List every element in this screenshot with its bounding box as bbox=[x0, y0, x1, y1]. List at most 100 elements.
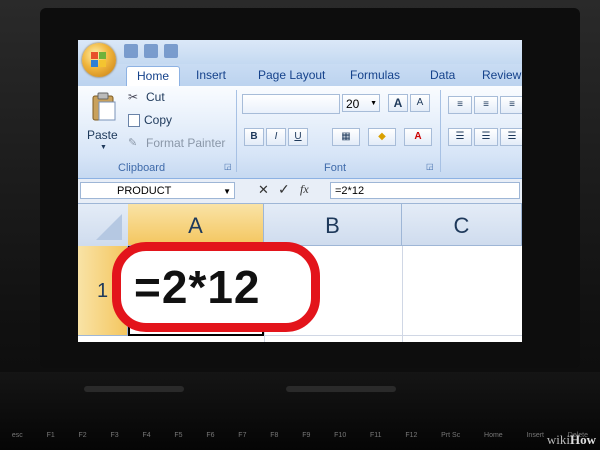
key[interactable]: Insert bbox=[526, 432, 544, 439]
tab-page-layout[interactable]: Page Layout bbox=[258, 68, 325, 82]
chevron-down-icon: ▼ bbox=[100, 144, 107, 151]
align-middle-button[interactable]: ≡ bbox=[474, 96, 498, 114]
fill-color-button[interactable]: ◆ bbox=[368, 128, 396, 146]
key[interactable]: F7 bbox=[238, 432, 246, 439]
ribbon: Paste ▼ ✂ Cut Copy ✎ Format Painter Clip… bbox=[78, 86, 522, 179]
paste-button[interactable]: Paste ▼ bbox=[86, 90, 122, 151]
bold-button[interactable]: B bbox=[244, 128, 264, 146]
watermark-suffix: How bbox=[570, 432, 596, 447]
key[interactable]: Prt Sc bbox=[441, 432, 460, 439]
group-separator bbox=[440, 90, 441, 172]
chevron-down-icon: ▼ bbox=[223, 187, 231, 196]
key[interactable]: F2 bbox=[79, 432, 87, 439]
key[interactable]: F10 bbox=[334, 432, 346, 439]
column-header-c[interactable]: C bbox=[402, 204, 522, 246]
office-button[interactable] bbox=[82, 43, 116, 77]
font-group-label: Font bbox=[324, 162, 347, 174]
borders-button[interactable]: ▦ bbox=[332, 128, 360, 146]
format-painter-button[interactable]: ✎ Format Painter bbox=[128, 136, 225, 150]
function-key-row: esc F1 F2 F3 F4 F5 F6 F7 F8 F9 F10 F11 F… bbox=[0, 432, 600, 439]
italic-label: I bbox=[274, 131, 278, 142]
paint-bucket-icon: ◆ bbox=[378, 131, 386, 142]
column-header-a[interactable]: A bbox=[128, 204, 264, 246]
hinge-latch bbox=[286, 386, 396, 392]
key[interactable]: F12 bbox=[405, 432, 417, 439]
format-painter-label: Format Painter bbox=[146, 136, 226, 150]
tab-data[interactable]: Data bbox=[430, 68, 455, 82]
laptop-frame: Home Insert Page Layout Formulas Data Re… bbox=[0, 0, 600, 450]
shrink-font-label: A bbox=[416, 97, 424, 108]
font-size-select[interactable]: 20 ▼ bbox=[342, 94, 380, 112]
dialog-launcher-icon[interactable]: ◲ bbox=[426, 162, 434, 171]
tab-home[interactable]: Home bbox=[126, 66, 181, 87]
underline-label: U bbox=[294, 131, 302, 142]
underline-button[interactable]: U bbox=[288, 128, 308, 146]
tab-insert[interactable]: Insert bbox=[196, 68, 226, 82]
align-top-button[interactable]: ≡ bbox=[448, 96, 472, 114]
name-box[interactable]: PRODUCT ▼ bbox=[80, 182, 235, 199]
cell-a1-value: =2*12 bbox=[134, 261, 261, 313]
key[interactable]: F11 bbox=[370, 432, 382, 439]
insert-function-icon[interactable]: fx bbox=[300, 182, 309, 197]
cancel-icon[interactable]: ✕ bbox=[258, 182, 269, 198]
key[interactable]: F5 bbox=[174, 432, 182, 439]
paintbrush-icon: ✎ bbox=[128, 137, 138, 149]
clipboard-group-label: Clipboard bbox=[118, 162, 166, 174]
font-color-button[interactable]: A bbox=[404, 128, 432, 146]
cut-button[interactable]: ✂ Cut bbox=[128, 90, 165, 104]
ribbon-tabs: Home Insert Page Layout Formulas Data Re… bbox=[78, 64, 522, 87]
align-center-icon: ☰ bbox=[481, 131, 491, 142]
shrink-font-button[interactable]: A bbox=[410, 94, 430, 112]
key[interactable]: F6 bbox=[206, 432, 214, 439]
copy-button[interactable]: Copy bbox=[128, 113, 172, 127]
gridline bbox=[402, 246, 403, 342]
align-left-button[interactable]: ☰ bbox=[448, 128, 472, 146]
enter-icon[interactable]: ✓ bbox=[278, 181, 290, 198]
grow-font-label: A bbox=[393, 96, 403, 110]
formula-value: =2*12 bbox=[335, 185, 365, 197]
name-box-value: PRODUCT bbox=[117, 185, 172, 197]
align-middle-icon: ≡ bbox=[483, 99, 489, 110]
tab-review[interactable]: Review bbox=[482, 68, 521, 82]
formula-input[interactable]: =2*12 bbox=[330, 182, 520, 199]
font-color-icon: A bbox=[414, 131, 422, 142]
hinge-latch bbox=[84, 386, 184, 392]
bold-label: B bbox=[250, 131, 258, 142]
select-all-button[interactable] bbox=[78, 204, 129, 247]
group-separator bbox=[236, 90, 237, 172]
save-icon[interactable] bbox=[124, 44, 138, 58]
watermark-prefix: wiki bbox=[546, 432, 570, 447]
borders-icon: ▦ bbox=[341, 131, 351, 142]
copy-icon bbox=[128, 113, 140, 127]
key[interactable]: F9 bbox=[302, 432, 310, 439]
font-name-select[interactable] bbox=[242, 94, 340, 114]
column-header-b[interactable]: B bbox=[264, 204, 402, 246]
key[interactable]: F8 bbox=[270, 432, 278, 439]
undo-icon[interactable] bbox=[144, 44, 158, 58]
cut-label: Cut bbox=[146, 90, 165, 104]
copy-label: Copy bbox=[144, 113, 173, 127]
key[interactable]: Home bbox=[484, 432, 503, 439]
grow-font-button[interactable]: A bbox=[388, 94, 408, 112]
formula-bar: PRODUCT ▼ ✕ ✓ fx =2*12 bbox=[78, 179, 522, 204]
chevron-down-icon: ▼ bbox=[370, 100, 377, 107]
key[interactable]: F1 bbox=[47, 432, 55, 439]
align-center-button[interactable]: ☰ bbox=[474, 128, 498, 146]
align-bottom-button[interactable]: ≡ bbox=[500, 96, 522, 114]
align-bottom-icon: ≡ bbox=[509, 99, 515, 110]
align-left-icon: ☰ bbox=[455, 131, 465, 142]
office-logo-icon bbox=[91, 52, 107, 68]
redo-icon[interactable] bbox=[164, 44, 178, 58]
key[interactable]: esc bbox=[12, 432, 23, 439]
italic-button[interactable]: I bbox=[266, 128, 286, 146]
align-right-button[interactable]: ☰ bbox=[500, 128, 522, 146]
quick-access-toolbar bbox=[124, 44, 178, 58]
paste-icon bbox=[92, 92, 116, 121]
paste-label: Paste bbox=[87, 128, 118, 142]
key[interactable]: F3 bbox=[110, 432, 118, 439]
font-size-value: 20 bbox=[346, 97, 360, 111]
tab-formulas[interactable]: Formulas bbox=[350, 68, 400, 82]
dialog-launcher-icon[interactable]: ◲ bbox=[224, 162, 232, 171]
title-bar bbox=[78, 40, 522, 64]
key[interactable]: F4 bbox=[142, 432, 150, 439]
